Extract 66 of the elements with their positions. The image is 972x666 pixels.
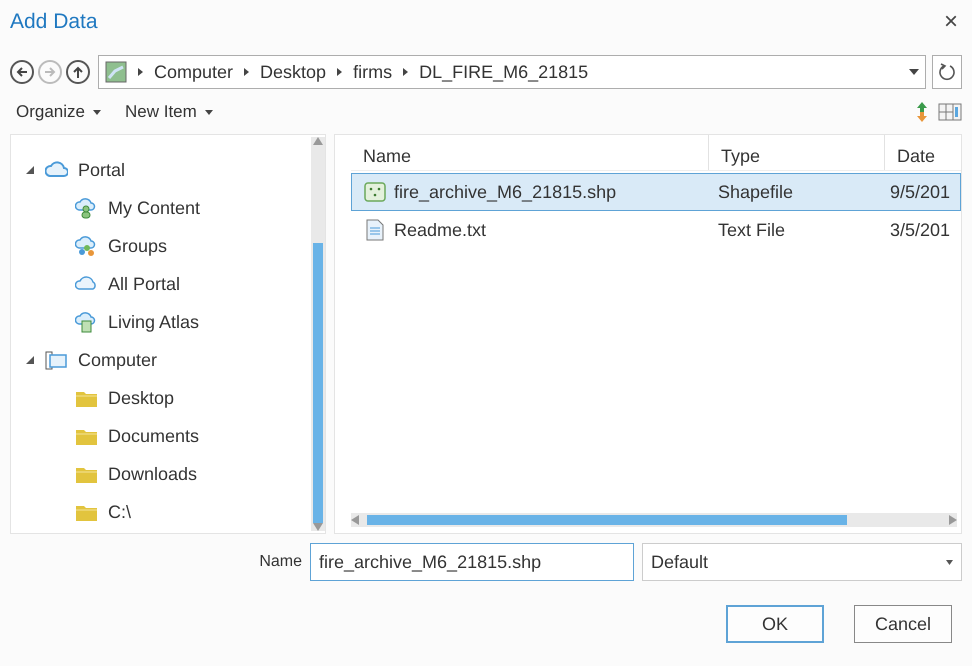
breadcrumb-bar[interactable]: Computer Desktop firms DL_FIRE_M6_21815 xyxy=(98,55,926,89)
scroll-right-icon[interactable] xyxy=(949,515,957,525)
tree-item[interactable]: Living Atlas xyxy=(11,303,311,341)
window-title: Add Data xyxy=(10,9,98,36)
tree-item[interactable]: C:\ xyxy=(11,493,311,531)
tree-item[interactable]: Downloads xyxy=(11,455,311,493)
name-field[interactable]: fire_archive_M6_21815.shp xyxy=(310,543,634,581)
chevron-icon xyxy=(243,68,250,76)
breadcrumb-item[interactable]: Computer xyxy=(154,58,234,86)
computer-icon xyxy=(45,348,68,372)
expanded-icon[interactable] xyxy=(25,165,35,175)
tree-item[interactable]: Groups xyxy=(11,227,311,265)
breadcrumb-item[interactable]: firms xyxy=(353,58,392,86)
tree-item[interactable]: Portal xyxy=(11,151,311,189)
caret-icon xyxy=(92,110,101,114)
cancel-button[interactable]: Cancel xyxy=(854,605,952,643)
file-type: Shapefile xyxy=(717,180,794,204)
scrollbar-thumb[interactable] xyxy=(313,243,323,523)
scrollbar-thumb[interactable] xyxy=(367,515,847,525)
file-date: 9/5/201 xyxy=(889,180,952,204)
columns-icon[interactable] xyxy=(938,103,962,121)
file-row[interactable]: fire_archive_M6_21815.shp Shapefile 9/5/201 xyxy=(351,173,961,211)
shapefile-icon xyxy=(364,181,386,203)
tree-item[interactable]: My Content xyxy=(11,189,311,227)
dropdown-icon[interactable] xyxy=(909,69,919,75)
file-name: Readme.txt xyxy=(394,218,486,242)
expanded-icon[interactable] xyxy=(25,355,35,365)
location-icon xyxy=(105,61,127,83)
chevron-icon xyxy=(336,68,344,76)
text-file-icon xyxy=(364,219,386,241)
breadcrumb-item[interactable]: DL_FIRE_M6_21815 xyxy=(419,58,588,86)
name-label: Name xyxy=(259,552,302,572)
tree-item[interactable]: Computer xyxy=(11,341,311,379)
scroll-up-icon[interactable] xyxy=(313,137,323,145)
document-cloud-icon xyxy=(75,310,98,334)
column-header[interactable]: Type xyxy=(709,135,885,170)
breadcrumb-item[interactable]: Desktop xyxy=(260,58,326,86)
file-date: 3/5/201 xyxy=(889,218,952,242)
file-type-dropdown[interactable]: Default xyxy=(642,543,962,581)
sort-icon[interactable] xyxy=(916,101,928,123)
chevron-icon xyxy=(402,68,410,76)
file-name: fire_archive_M6_21815.shp xyxy=(394,180,616,204)
user-cloud-icon xyxy=(75,196,98,220)
toolbar-menu[interactable]: New Item xyxy=(124,99,213,125)
tree-item[interactable]: All Portal xyxy=(11,265,311,303)
up-button[interactable] xyxy=(66,60,90,84)
tree-item[interactable]: Documents xyxy=(11,417,311,455)
file-type: Text File xyxy=(717,218,786,242)
column-header[interactable]: Name xyxy=(351,135,709,170)
ok-button[interactable]: OK xyxy=(726,605,824,643)
file-row[interactable]: Readme.txt Text File 3/5/201 xyxy=(351,211,961,249)
caret-icon xyxy=(204,110,213,114)
back-icon xyxy=(15,65,29,79)
group-cloud-icon xyxy=(75,234,98,258)
forward-icon xyxy=(43,65,57,79)
toolbar-menu[interactable]: Organize xyxy=(16,99,101,125)
up-icon xyxy=(71,65,85,79)
close-button[interactable]: × xyxy=(940,10,962,34)
column-header[interactable]: Date xyxy=(885,135,961,170)
caret-icon xyxy=(946,560,953,564)
refresh-button[interactable] xyxy=(932,55,962,89)
back-button[interactable] xyxy=(10,60,34,84)
chevron-icon xyxy=(137,68,144,76)
tree-item[interactable]: Desktop xyxy=(11,379,311,417)
refresh-icon xyxy=(938,63,956,81)
scroll-left-icon[interactable] xyxy=(351,515,359,525)
